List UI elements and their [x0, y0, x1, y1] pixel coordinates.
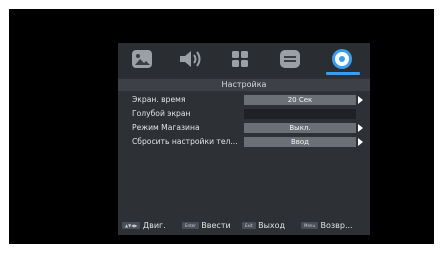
hint-enter: Enter Ввести: [182, 221, 231, 231]
hint-navigate-label: Двиг.: [142, 221, 166, 230]
selected-category-indicator: [326, 72, 360, 75]
menu-row-label: Сбросить настройки тел...: [132, 137, 238, 146]
hint-navigate: ▲▼◀▶ Двиг.: [122, 221, 166, 231]
arrow-right-icon: [358, 138, 363, 146]
menu-row-value[interactable]: Ввод: [244, 137, 356, 147]
channel-icon[interactable]: [228, 48, 252, 70]
time-icon[interactable]: [278, 48, 302, 70]
footer-hints: ▲▼◀▶ Двиг. Enter Ввести Exit Выход Menu …: [118, 217, 370, 235]
hint-exit: Exit Выход: [242, 221, 285, 231]
arrow-right-icon: [358, 124, 363, 132]
sound-icon[interactable]: [178, 48, 202, 70]
menu-row-label: Экран. время: [132, 95, 186, 104]
category-bar: [118, 43, 370, 77]
hint-exit-label: Выход: [258, 221, 286, 230]
menu-row-blue-screen: Голубой экран Выкл.: [118, 107, 370, 121]
hint-back: Menu Возвр...: [301, 221, 353, 231]
menu-key-icon: Menu: [301, 222, 318, 229]
menu-row-reset-settings[interactable]: Сбросить настройки тел... Ввод: [118, 135, 370, 149]
menu-row-screen-time[interactable]: Экран. время 20 Сек: [118, 93, 370, 107]
hint-enter-label: Ввести: [201, 221, 231, 230]
menu-row-label: Голубой экран: [132, 109, 191, 118]
hint-back-label: Возвр...: [320, 221, 353, 230]
picture-icon[interactable]: [130, 48, 154, 70]
enter-key-icon: Enter: [182, 222, 199, 229]
exit-key-icon: Exit: [242, 222, 256, 229]
menu-row-label: Режим Магазина: [132, 123, 200, 132]
menu-row-value: Выкл.: [244, 109, 356, 119]
arrow-right-icon: [358, 96, 363, 104]
menu-row-value[interactable]: Выкл.: [244, 123, 356, 133]
nav-arrows-icon: ▲▼◀▶: [122, 222, 141, 229]
settings-icon[interactable]: [330, 48, 354, 70]
menu-row-value[interactable]: 20 Сек: [244, 95, 356, 105]
tv-screen: Настройка Экран. время 20 Сек Голубой эк…: [9, 9, 434, 244]
menu-title: Настройка: [118, 79, 370, 91]
menu-row-store-mode[interactable]: Режим Магазина Выкл.: [118, 121, 370, 135]
osd-menu: Настройка Экран. время 20 Сек Голубой эк…: [118, 43, 370, 235]
